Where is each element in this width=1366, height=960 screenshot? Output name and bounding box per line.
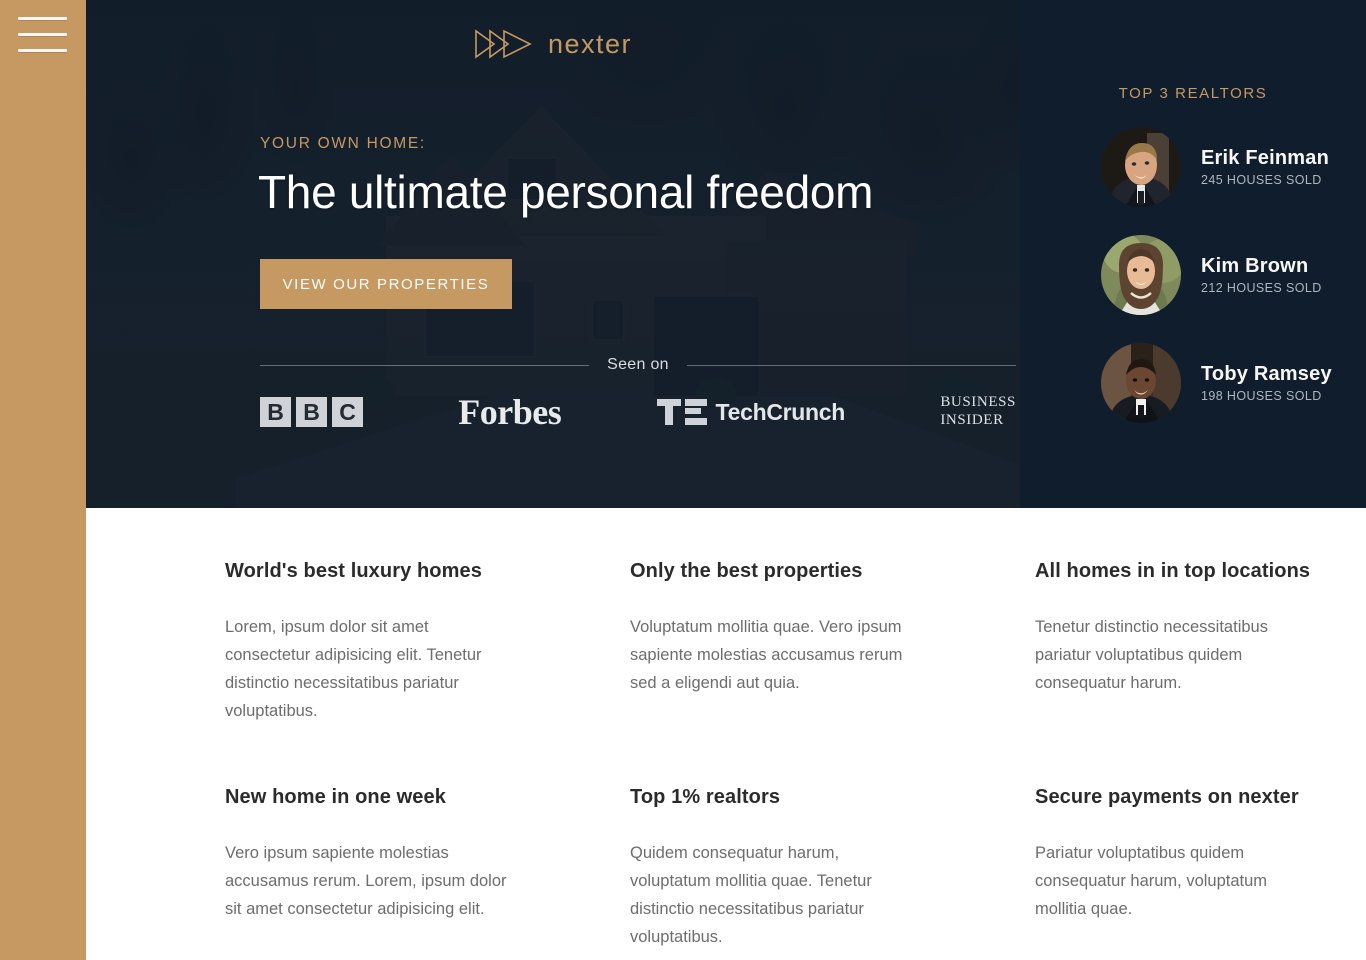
hamburger-line	[18, 33, 67, 36]
hero-eyebrow-label: YOUR OWN HOME:	[260, 135, 426, 152]
realtor-name: Toby Ramsey	[1201, 363, 1332, 385]
features-section: World's best luxury homes Lorem, ipsum d…	[86, 508, 1366, 960]
feature-title: Only the best properties	[630, 560, 863, 582]
realtors-panel: TOP 3 REALTORS Erik Feinman 245 HOUSES S…	[1020, 0, 1366, 508]
seen-on-label: Seen on	[607, 356, 669, 373]
feature-title: World's best luxury homes	[225, 560, 482, 582]
avatar	[1101, 343, 1181, 423]
features-grid: World's best luxury homes Lorem, ipsum d…	[86, 560, 1366, 960]
realtor-photo-toby-ramsey	[1101, 343, 1181, 423]
page-root: nexter YOUR OWN HOME: The ultimate perso…	[0, 0, 1366, 960]
forbes-logo: Forbes	[458, 392, 562, 432]
business-insider-line2: INSIDER	[940, 412, 1004, 428]
techcrunch-logo: TechCrunch	[656, 398, 846, 426]
feature-text: Voluptatum mollitia quae. Vero ipsum sap…	[630, 618, 903, 692]
realtor-houses-sold: 245 HOUSES SOLD	[1201, 173, 1322, 187]
feature-text: Lorem, ipsum dolor sit amet consectetur …	[225, 618, 482, 720]
divider-line-right	[686, 364, 1016, 366]
realtor-name: Kim Brown	[1201, 255, 1309, 277]
realtor-houses-sold: 198 HOUSES SOLD	[1201, 389, 1322, 403]
realtors-heading: TOP 3 REALTORS	[1118, 85, 1268, 102]
feature-text: Pariatur voluptatibus quidem consequatur…	[1035, 844, 1268, 918]
feature-card: Only the best properties Voluptatum moll…	[630, 560, 1035, 786]
feature-text: Quidem consequatur harum, voluptatum mol…	[630, 844, 872, 946]
feature-title: Secure payments on nexter	[1035, 786, 1299, 808]
hamburger-menu-icon[interactable]	[18, 17, 67, 52]
nexter-triangles-logo-icon	[475, 29, 532, 59]
techcrunch-mark-icon	[656, 399, 707, 425]
logo[interactable]: nexter	[86, 27, 1020, 61]
feature-card: Top 1% realtors Quidem consequatur harum…	[630, 786, 1035, 960]
hero-header: nexter YOUR OWN HOME: The ultimate perso…	[86, 0, 1020, 508]
feature-card: World's best luxury homes Lorem, ipsum d…	[225, 560, 630, 786]
feature-card: New home in one week Vero ipsum sapiente…	[225, 786, 630, 960]
business-insider-logo: BUSINESS INSIDER	[940, 394, 1016, 429]
feature-card: All homes in in top locations Tenetur di…	[1035, 560, 1366, 786]
techcrunch-text: TechCrunch	[715, 398, 846, 425]
bbc-letter: B	[260, 397, 291, 427]
realtor-item[interactable]: Toby Ramsey 198 HOUSES SOLD	[1101, 343, 1332, 423]
feature-title: All homes in in top locations	[1035, 560, 1311, 582]
realtor-name: Erik Feinman	[1201, 147, 1329, 169]
avatar	[1101, 235, 1181, 315]
hamburger-line	[18, 17, 67, 20]
realtor-photo-erik-feinman	[1101, 127, 1181, 207]
feature-card: Secure payments on nexter Pariatur volup…	[1035, 786, 1366, 960]
logo-text: nexter	[547, 28, 633, 59]
hero-and-realtors: nexter YOUR OWN HOME: The ultimate perso…	[86, 0, 1366, 508]
feature-title: New home in one week	[225, 786, 446, 808]
feature-text: Vero ipsum sapiente molestias accusamus …	[225, 844, 507, 918]
bbc-letter: C	[332, 397, 363, 427]
business-insider-line1: BUSINESS	[940, 394, 1016, 411]
view-our-properties-button[interactable]: VIEW OUR PROPERTIES	[260, 259, 512, 309]
divider-line-left	[260, 364, 590, 366]
feature-title: Top 1% realtors	[630, 786, 781, 808]
seen-on-divider: Seen on	[260, 356, 1016, 374]
realtor-houses-sold: 212 HOUSES SOLD	[1201, 281, 1322, 295]
bbc-logo: B B C	[260, 397, 363, 427]
avatar	[1101, 127, 1181, 207]
realtor-item[interactable]: Erik Feinman 245 HOUSES SOLD	[1101, 127, 1329, 207]
feature-text: Tenetur distinctio necessitatibus pariat…	[1035, 618, 1268, 692]
press-logos: B B C Forbes TechCrunch BUSINESS INSIDER	[260, 388, 1016, 436]
bbc-letter: B	[296, 397, 327, 427]
realtor-item[interactable]: Kim Brown 212 HOUSES SOLD	[1101, 235, 1322, 315]
content-area: nexter YOUR OWN HOME: The ultimate perso…	[86, 0, 1366, 960]
sidebar	[0, 0, 86, 960]
hamburger-line	[18, 49, 67, 52]
hero-title: The ultimate personal freedom	[258, 166, 874, 218]
realtor-photo-kim-brown	[1101, 235, 1181, 315]
